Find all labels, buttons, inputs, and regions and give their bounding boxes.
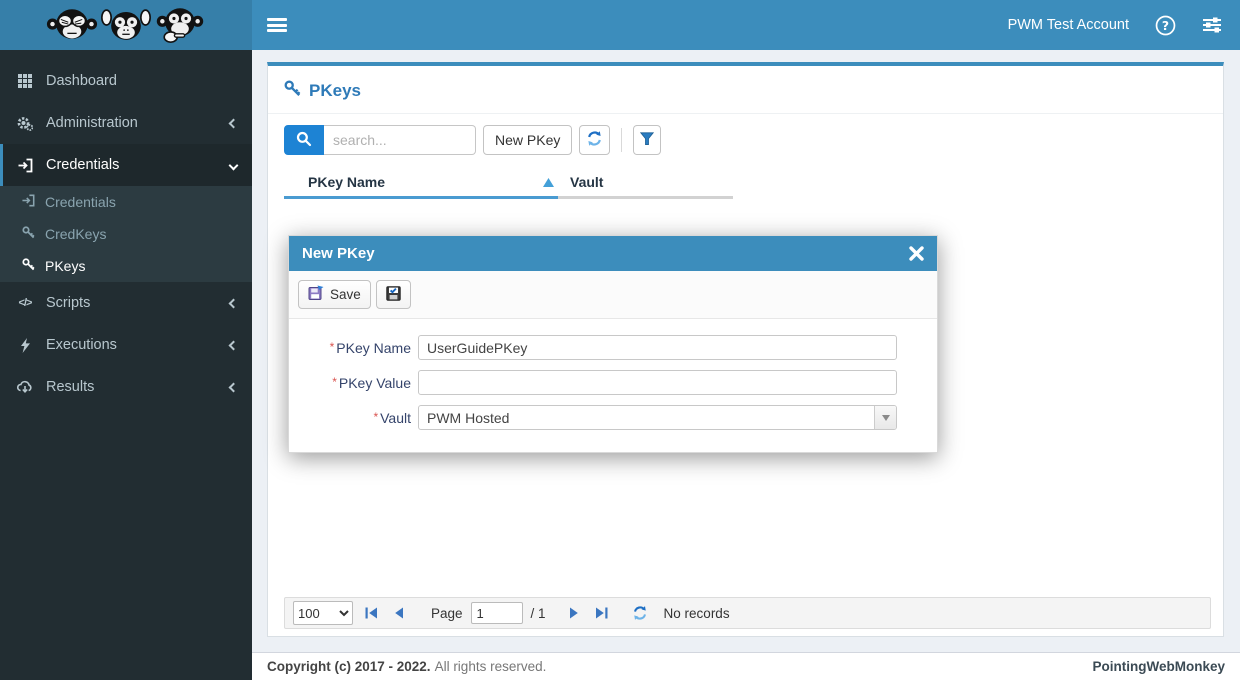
monkey-hands-up-icon (101, 9, 151, 40)
page-size-select[interactable]: 100 (293, 601, 353, 625)
filter-button[interactable] (633, 125, 662, 155)
modal-title: New PKey (302, 245, 375, 262)
search-group (284, 125, 476, 155)
pkey-name-field[interactable] (418, 335, 897, 360)
chevron-down-icon (228, 157, 239, 173)
top-navbar: PWM Test Account ? (252, 0, 1240, 50)
refresh-icon (586, 130, 603, 150)
key-icon (22, 226, 35, 242)
new-pkey-button[interactable]: New PKey (483, 125, 573, 155)
close-icon[interactable] (909, 246, 924, 261)
page-number-input[interactable] (470, 602, 523, 624)
sidebar-subitem-pkeys[interactable]: PKeys (0, 250, 252, 282)
cloud-download-icon (15, 380, 35, 394)
sign-in-icon (22, 194, 35, 210)
column-header-pkey-name[interactable]: PKey Name (284, 174, 558, 199)
dashboard-grid-icon (15, 74, 35, 88)
sidebar-subitem-label: Credentials (45, 194, 116, 210)
vault-label: * Vault (373, 409, 411, 426)
sidebar-item-label: Credentials (46, 157, 120, 173)
save-button[interactable]: Save (298, 280, 371, 309)
sidebar-item-label: Executions (46, 337, 117, 353)
svg-text:?: ? (1162, 17, 1169, 32)
sidebar-item-credentials[interactable]: Credentials (0, 144, 252, 186)
table-header: PKey Name Vault (284, 174, 1223, 199)
key-icon (284, 80, 301, 102)
sidebar-item-scripts[interactable]: </> Scripts (0, 282, 252, 324)
last-page-icon[interactable] (592, 603, 612, 623)
sidebar-item-label: Results (46, 379, 95, 395)
save-floppy-icon (308, 285, 324, 304)
gears-icon (15, 116, 35, 131)
toolbar-divider (621, 128, 623, 152)
monkey-see-no-evil-icon (46, 9, 98, 39)
sidebar-item-results[interactable]: Results (0, 366, 252, 408)
chevron-left-icon (228, 337, 239, 353)
refresh-button[interactable] (579, 125, 611, 155)
sidebar-item-administration[interactable]: Administration (0, 102, 252, 144)
sidebar-subitem-credentials[interactable]: Credentials (0, 186, 252, 218)
toolbar: New PKey (268, 114, 1223, 167)
bolt-icon (15, 337, 35, 353)
chevron-left-icon (228, 379, 239, 395)
page-title: PKeys (309, 81, 361, 100)
refresh-icon[interactable] (630, 603, 650, 623)
save-check-floppy-icon (386, 285, 401, 304)
sidebar-item-label: Dashboard (46, 73, 117, 89)
pkey-value-label: * PKey Value (332, 374, 411, 391)
search-input[interactable] (324, 125, 476, 155)
sidebar-subitem-label: PKeys (45, 258, 86, 274)
logo[interactable] (0, 0, 252, 50)
rights-text: All rights reserved. (434, 659, 547, 674)
footer: Copyright (c) 2017 - 2022. All rights re… (252, 652, 1240, 680)
modal-body: *PKey Name *PKey Value *Vault PWM Hosted (289, 319, 937, 452)
search-icon (296, 131, 312, 150)
sort-ascending-icon (543, 174, 554, 190)
dropdown-arrow-icon[interactable] (874, 406, 896, 429)
sidebar-item-dashboard[interactable]: Dashboard (0, 60, 252, 102)
sidebar-subitem-label: CredKeys (45, 226, 107, 242)
panel-heading: PKeys (268, 66, 1223, 114)
settings-sliders-icon[interactable] (1202, 16, 1222, 34)
vault-select[interactable]: PWM Hosted (418, 405, 897, 430)
monkey-pointing-icon (156, 8, 204, 43)
save-and-close-button[interactable] (375, 280, 411, 309)
pagination-bar: 100 Page / 1 (284, 597, 1211, 629)
column-header-vault[interactable]: Vault (558, 174, 733, 199)
account-menu[interactable]: PWM Test Account (1008, 17, 1129, 33)
sidebar-item-executions[interactable]: Executions (0, 324, 252, 366)
sidebar-item-label: Administration (46, 115, 138, 131)
filter-funnel-icon (640, 131, 655, 149)
help-icon[interactable]: ? (1155, 15, 1176, 36)
page-label: Page (431, 605, 463, 621)
modal-header: New PKey (289, 236, 937, 271)
chevron-left-icon (228, 115, 239, 131)
sidebar-item-label: Scripts (46, 295, 91, 311)
search-button[interactable] (284, 125, 324, 155)
total-pages-label: / 1 (530, 605, 546, 621)
records-status: No records (663, 605, 730, 621)
sidebar-subitem-credkeys[interactable]: CredKeys (0, 218, 252, 250)
sidebar: Dashboard Administration Credentials Cre… (0, 50, 252, 680)
pkey-value-field[interactable] (418, 370, 897, 395)
previous-page-icon[interactable] (389, 603, 409, 623)
copyright-text: Copyright (c) 2017 - 2022. (267, 659, 431, 674)
first-page-icon[interactable] (361, 603, 381, 623)
topbar: PWM Test Account ? (0, 0, 1240, 50)
sign-in-icon (15, 158, 35, 173)
sidebar-toggle-icon[interactable] (267, 18, 287, 32)
next-page-icon[interactable] (564, 603, 584, 623)
pkey-name-label: * PKey Name (329, 339, 411, 356)
code-icon: </> (18, 297, 33, 309)
modal-toolbar: Save (289, 271, 937, 319)
credentials-submenu: Credentials CredKeys PKeys (0, 186, 252, 282)
chevron-left-icon (228, 295, 239, 311)
brand-name: PointingWebMonkey (1092, 659, 1225, 674)
key-icon (22, 258, 35, 274)
new-pkey-modal: New PKey Save * PKey Name UserGuidePKey … (288, 235, 938, 453)
